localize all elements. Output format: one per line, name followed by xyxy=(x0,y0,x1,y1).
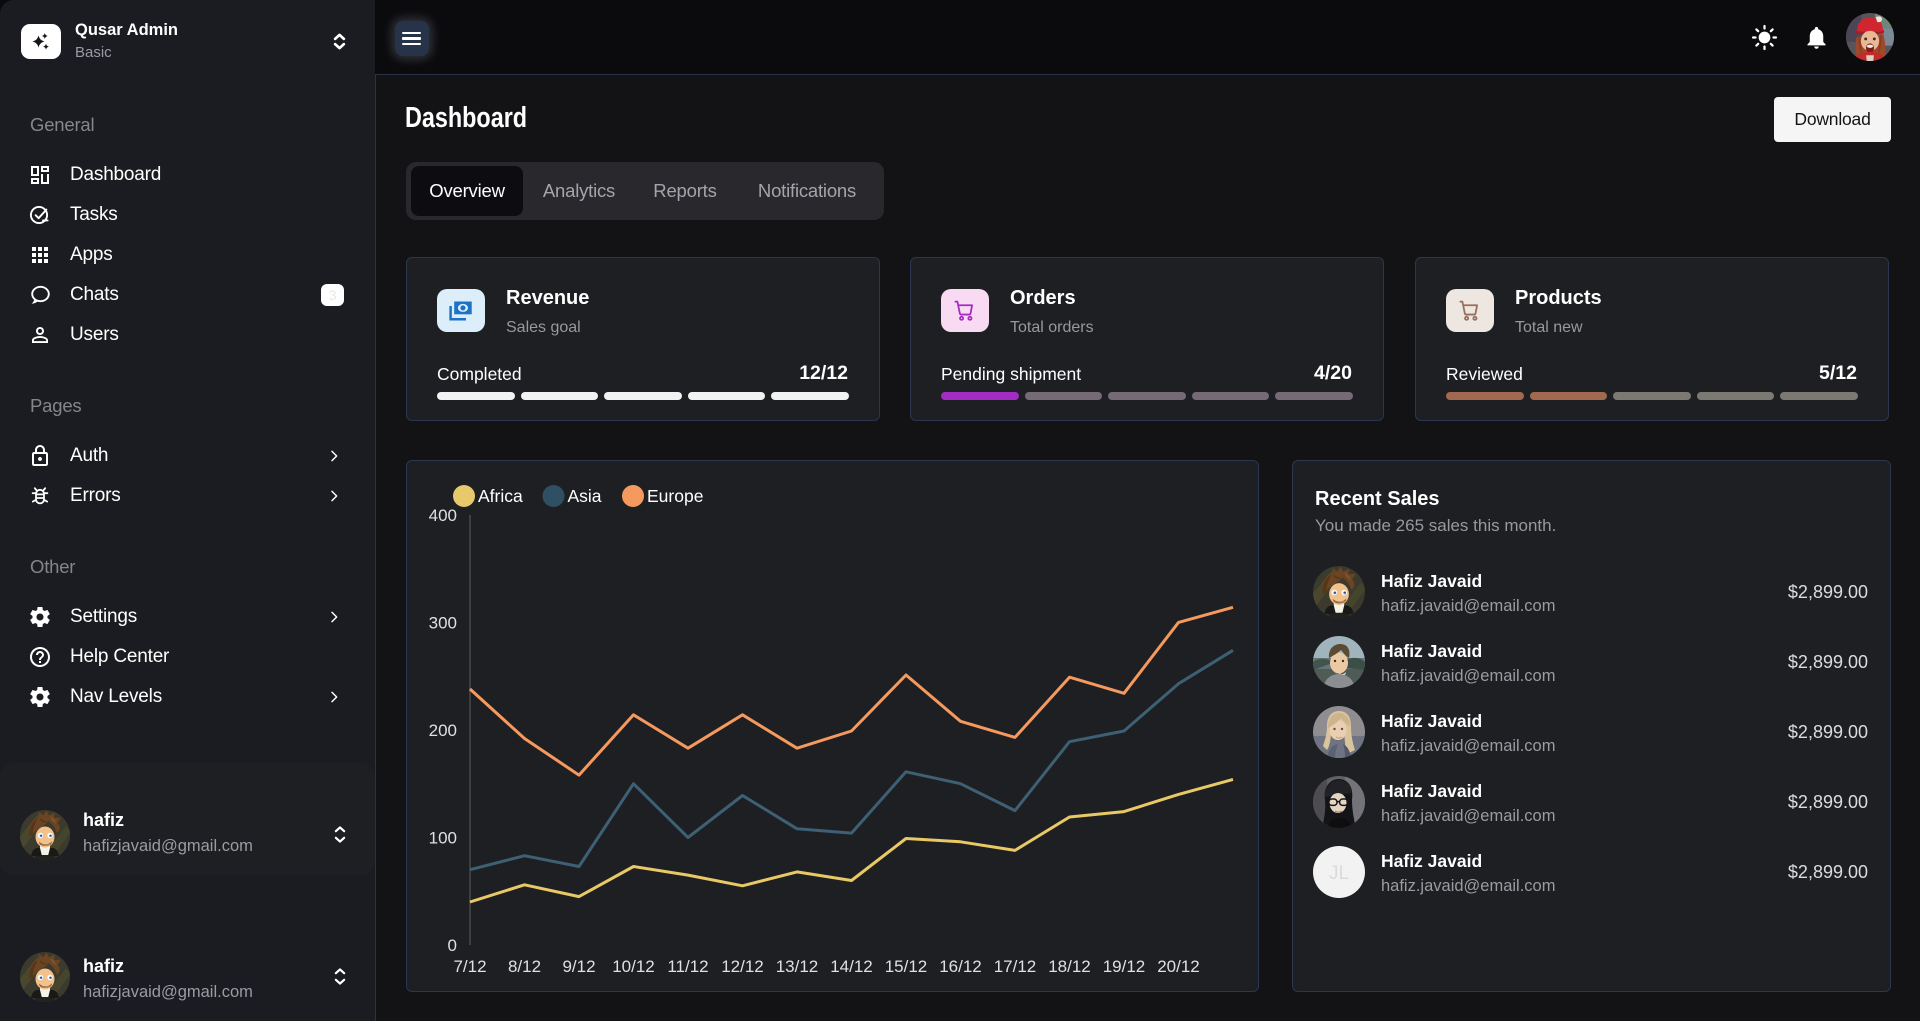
svg-text:16/12: 16/12 xyxy=(939,957,982,976)
svg-text:17/12: 17/12 xyxy=(994,957,1037,976)
svg-text:Africa: Africa xyxy=(478,486,523,506)
svg-text:100: 100 xyxy=(429,829,457,848)
svg-text:15/12: 15/12 xyxy=(885,957,928,976)
svg-text:Asia: Asia xyxy=(568,486,602,506)
svg-text:8/12: 8/12 xyxy=(508,957,541,976)
svg-text:400: 400 xyxy=(429,506,457,525)
svg-text:9/12: 9/12 xyxy=(562,957,595,976)
svg-text:20/12: 20/12 xyxy=(1157,957,1200,976)
svg-text:11/12: 11/12 xyxy=(667,957,708,976)
svg-text:19/12: 19/12 xyxy=(1103,957,1146,976)
svg-text:7/12: 7/12 xyxy=(453,957,486,976)
svg-text:Europe: Europe xyxy=(647,486,703,506)
svg-text:12/12: 12/12 xyxy=(721,957,764,976)
svg-text:14/12: 14/12 xyxy=(830,957,873,976)
svg-text:13/12: 13/12 xyxy=(776,957,819,976)
svg-text:200: 200 xyxy=(429,721,457,740)
svg-text:300: 300 xyxy=(429,614,457,633)
svg-text:18/12: 18/12 xyxy=(1048,957,1091,976)
svg-text:10/12: 10/12 xyxy=(612,957,655,976)
svg-text:0: 0 xyxy=(448,936,457,955)
